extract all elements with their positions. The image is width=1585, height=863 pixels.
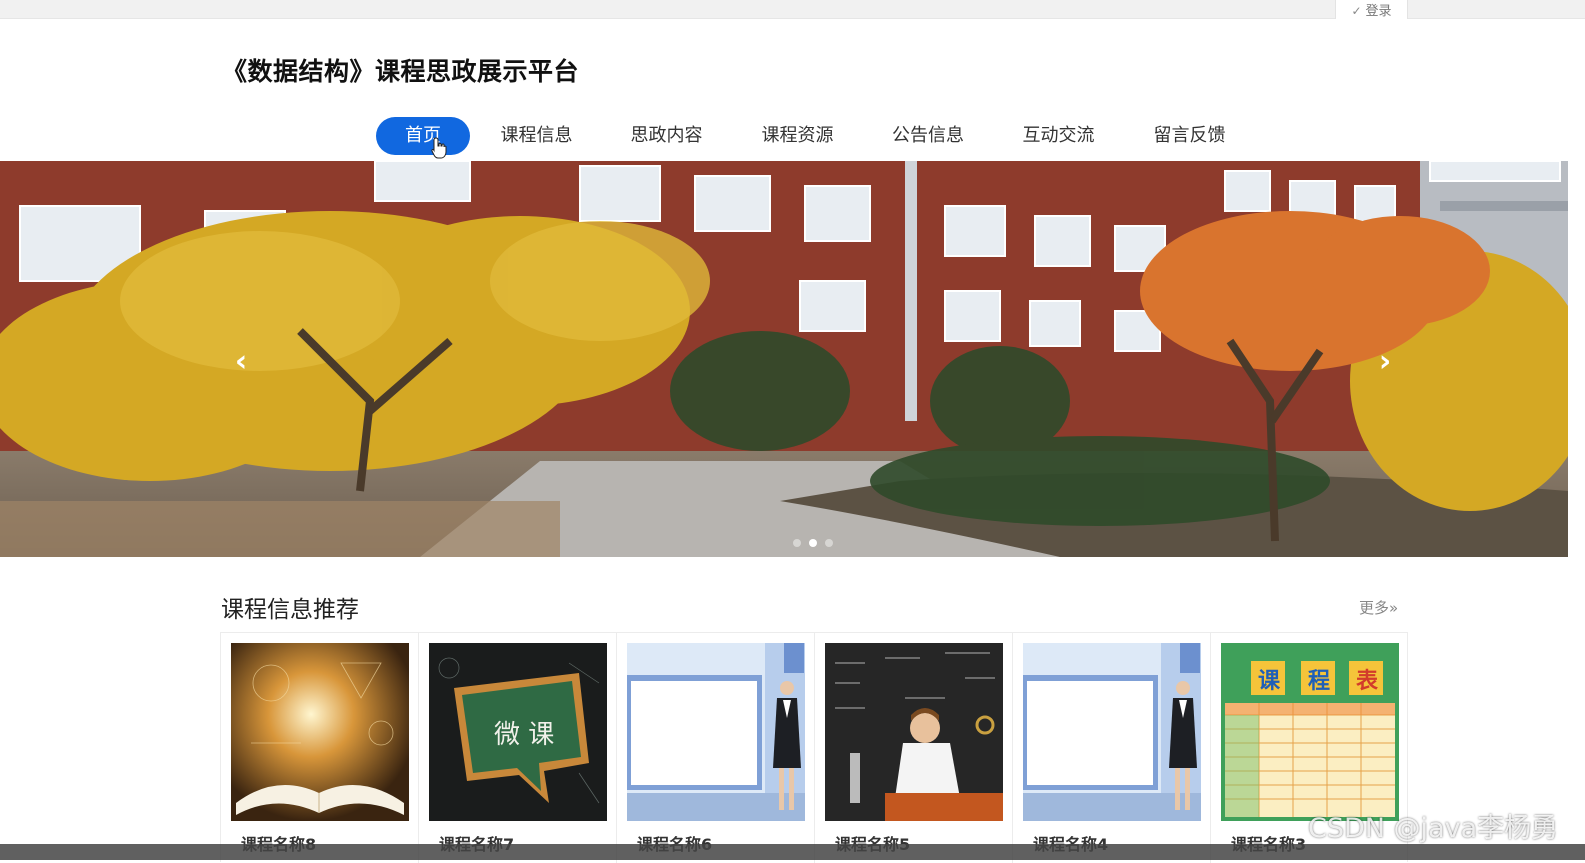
chevron-left-icon[interactable]: ‹ xyxy=(228,345,254,379)
timetable-char: 课 xyxy=(1258,669,1281,694)
more-link[interactable]: 更多» xyxy=(1359,597,1398,618)
watermark-text: CSDN @java李杨勇 xyxy=(1308,813,1559,844)
nav-item-course-resources[interactable]: 课程资源 xyxy=(732,117,863,155)
course-card-list: 课程名称8 微 课 课程名称7 xyxy=(220,632,1408,863)
nav-item-feedback[interactable]: 留言反馈 xyxy=(1124,117,1255,155)
nav-item-home[interactable]: 首页 xyxy=(376,117,470,155)
nav-item-ideology-content[interactable]: 思政内容 xyxy=(601,117,732,155)
scrollbar-gutter xyxy=(1568,19,1585,860)
carousel-dot-active[interactable] xyxy=(809,539,817,547)
nav-item-course-info[interactable]: 课程信息 xyxy=(472,117,601,155)
chalkboard-weike-image[interactable]: 微 课 xyxy=(429,643,607,821)
course-card[interactable]: 课程名称4 xyxy=(1013,633,1211,863)
hand-cursor-icon xyxy=(431,137,447,159)
open-book-math-image[interactable] xyxy=(231,643,409,821)
course-card[interactable]: 课程名称6 xyxy=(617,633,815,863)
presenter-slide-image[interactable] xyxy=(1023,643,1201,821)
login-button[interactable]: ✓ 登录 xyxy=(1335,0,1408,19)
weike-text: 微 课 xyxy=(494,720,554,750)
main-nav: 首页 课程信息 思政内容 课程资源 公告信息 互动交流 留言反馈 xyxy=(376,117,1255,155)
nav-item-interaction[interactable]: 互动交流 xyxy=(993,117,1124,155)
timetable-image[interactable]: 课 程 表 xyxy=(1221,643,1399,821)
login-label: 登录 xyxy=(1365,4,1392,19)
timetable-char: 表 xyxy=(1356,669,1379,694)
timetable-char: 程 xyxy=(1308,669,1330,694)
nav-item-announcements[interactable]: 公告信息 xyxy=(863,117,993,155)
site-title: 《数据结构》课程思政展示平台 xyxy=(222,57,580,86)
presenter-slide-image[interactable] xyxy=(627,643,805,821)
carousel-dot[interactable] xyxy=(825,539,833,547)
boy-blackboard-image[interactable] xyxy=(825,643,1003,821)
course-card[interactable]: 课程名称5 xyxy=(815,633,1013,863)
course-card[interactable]: 微 课 课程名称7 xyxy=(419,633,617,863)
check-circle-icon: ✓ xyxy=(1351,4,1362,18)
carousel-indicators xyxy=(793,539,833,547)
course-card[interactable]: 课程名称8 xyxy=(221,633,419,863)
carousel-dot[interactable] xyxy=(793,539,801,547)
chevron-right-icon[interactable]: › xyxy=(1372,345,1398,379)
bottom-scroll-bar xyxy=(0,844,1585,860)
section-title: 课程信息推荐 xyxy=(221,597,359,623)
